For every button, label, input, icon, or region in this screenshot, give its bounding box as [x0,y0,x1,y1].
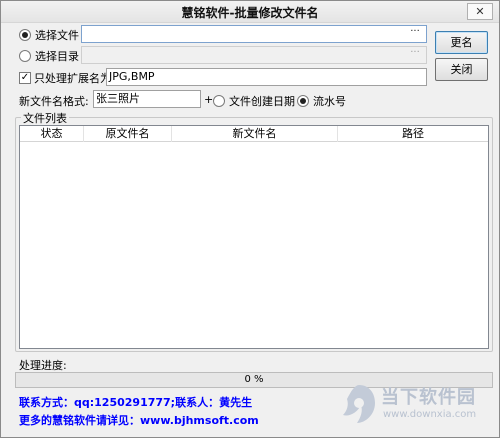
column-status[interactable]: 状态 [20,126,84,142]
option-create-date[interactable]: 文件创建日期 [213,93,295,109]
name-format-row: 新文件名格式: [19,93,89,109]
progress-label-row: 处理进度: [19,357,67,373]
format-plus: + [204,93,213,106]
select-file-radio[interactable] [19,29,31,41]
title-bar[interactable]: 慧铭软件-批量修改文件名 ✕ [1,1,499,23]
create-date-label: 文件创建日期 [229,95,295,108]
file-list-group-label: 文件列表 [21,110,69,126]
column-new-name[interactable]: 新文件名 [172,126,338,142]
column-path[interactable]: 路径 [338,126,488,142]
select-dir-radio[interactable] [19,50,31,62]
name-format-label: 新文件名格式: [19,95,89,108]
contact-info: 联系方式：qq:1250291777;联系人：黄先生 [19,396,253,409]
create-date-radio[interactable] [213,95,225,107]
file-list-group: 文件列表 状态 原文件名 新文件名 路径 [15,110,493,352]
browse-dir-button[interactable]: ··· [406,48,424,62]
window-title: 慧铭软件-批量修改文件名 [181,6,319,20]
format-plus-sign: + [204,93,214,106]
main-window: 慧铭软件-批量修改文件名 ✕ 选择文件 ··· 选择目录 ··· ✓ 只处理扩展… [0,0,500,438]
more-software-link[interactable]: 更多的慧铭软件请详见：www.bjhmsoft.com [19,412,259,428]
watermark-text: 当下软件园 [381,387,476,408]
extension-input[interactable]: JPG,BMP [106,68,427,86]
sequence-radio[interactable] [297,95,309,107]
close-icon: ✕ [475,5,485,18]
extension-filter-label: 只处理扩展名为 [34,72,111,85]
progress-label: 处理进度: [19,359,67,372]
extension-filter-option[interactable]: ✓ 只处理扩展名为 [19,70,111,86]
sequence-label: 流水号 [313,95,346,108]
select-dir-label: 选择目录 [35,50,79,63]
file-list[interactable]: 状态 原文件名 新文件名 路径 [19,125,489,349]
name-format-input[interactable]: 张三照片 [93,90,201,108]
select-file-option[interactable]: 选择文件 [19,27,79,43]
watermark-emblem-icon [343,385,375,423]
window-close-button[interactable]: ✕ [467,3,493,20]
rename-button[interactable]: 更名 [435,31,488,54]
extension-filter-checkbox[interactable]: ✓ [19,72,31,84]
browse-file-button[interactable]: ··· [406,27,424,41]
dir-path-field[interactable]: ··· [81,46,427,64]
column-original-name[interactable]: 原文件名 [84,126,172,142]
select-file-label: 选择文件 [35,29,79,42]
option-sequence[interactable]: 流水号 [297,93,346,109]
file-path-field[interactable]: ··· [81,25,427,43]
select-dir-option[interactable]: 选择目录 [19,48,79,64]
close-button[interactable]: 关闭 [435,58,488,81]
watermark-logo: 当下软件园 www.downxia.com [339,379,489,431]
file-list-header: 状态 原文件名 新文件名 路径 [20,126,488,142]
watermark-url: www.downxia.com [383,409,477,420]
